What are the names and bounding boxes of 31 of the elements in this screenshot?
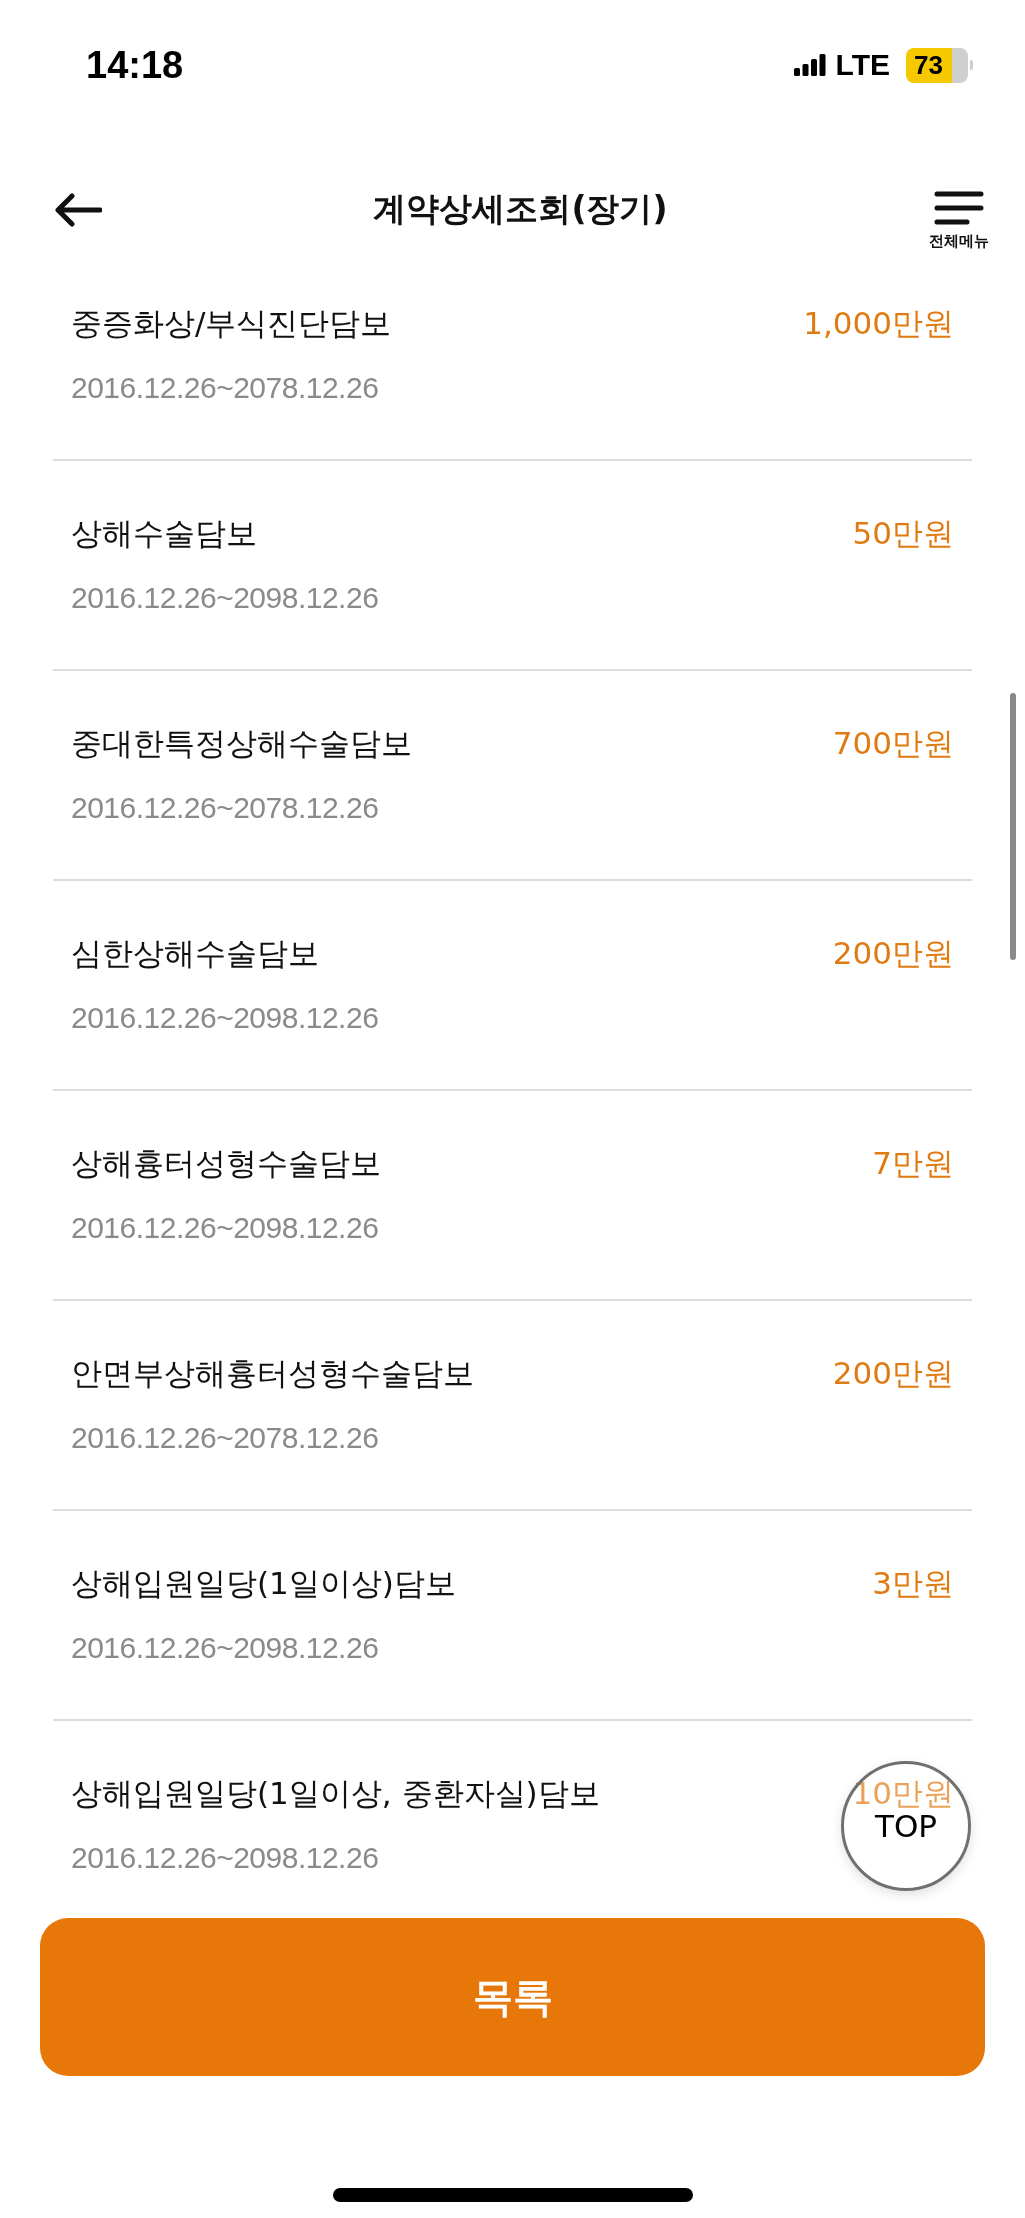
- battery-indicator: 73: [906, 47, 973, 83]
- coverage-amount: 10만원: [852, 1774, 954, 1813]
- coverage-amount: 700만원: [832, 724, 954, 763]
- coverage-name: 심한상해수술담보: [71, 934, 319, 973]
- coverage-period: 2016.12.26~2078.12.26: [71, 1421, 380, 1455]
- coverage-amount: 7만원: [872, 1144, 954, 1183]
- signal-icon: [793, 54, 826, 76]
- coverage-amount: 3만원: [872, 1564, 954, 1603]
- coverage-name: 상해수술담보: [71, 514, 257, 553]
- coverage-name: 중대한특정상해수술담보: [71, 724, 412, 763]
- back-arrow-icon[interactable]: [54, 193, 102, 227]
- coverage-name: 상해입원일당(1일이상)담보: [71, 1564, 456, 1603]
- coverage-name: 중증화상/부식진단담보: [71, 304, 392, 343]
- coverage-amount: 50만원: [852, 514, 954, 553]
- coverage-amount: 200만원: [832, 934, 954, 973]
- coverage-amount: 1,000만원: [803, 304, 954, 343]
- coverage-amount: 200만원: [832, 1354, 954, 1393]
- coverage-name: 상해흉터성형수술담보: [71, 1144, 381, 1183]
- coverage-period: 2016.12.26~2078.12.26: [71, 791, 380, 825]
- coverage-period: 2016.12.26~2098.12.26: [71, 1841, 380, 1875]
- network-label: LTE: [835, 48, 890, 82]
- coverage-period: 2016.12.26~2098.12.26: [71, 1001, 380, 1035]
- coverage-name: 안면부상해흉터성형수술담보: [71, 1354, 474, 1393]
- page-title: 계약상세조회(장기): [373, 188, 668, 230]
- coverage-period: 2016.12.26~2098.12.26: [71, 1211, 380, 1245]
- coverage-name: 상해입원일당(1일이상, 중환자실)담보: [71, 1774, 600, 1813]
- coverage-period: 2016.12.26~2098.12.26: [71, 581, 380, 615]
- coverage-period: 2016.12.26~2078.12.26: [71, 371, 380, 405]
- coverage-period: 2016.12.26~2098.12.26: [71, 1631, 380, 1665]
- status-time: 14:18: [86, 43, 184, 87]
- menu-button[interactable]: 전체메뉴: [929, 190, 989, 251]
